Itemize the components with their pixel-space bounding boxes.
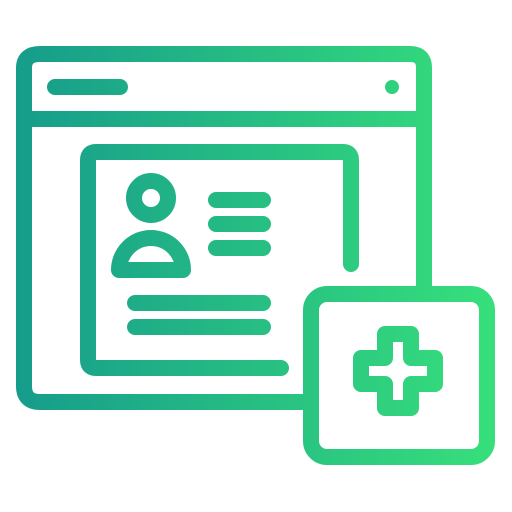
user-avatar-icon <box>111 173 191 278</box>
avatar-head-icon <box>126 173 176 223</box>
medical-cross-icon <box>353 326 443 416</box>
avatar-body-icon <box>111 230 191 278</box>
medical-badge-icon <box>303 286 495 465</box>
browser-dot-icon <box>385 80 399 94</box>
medical-badge-frame <box>303 286 495 465</box>
icon-artwork <box>16 46 495 465</box>
online-medical-record-icon <box>0 0 512 512</box>
